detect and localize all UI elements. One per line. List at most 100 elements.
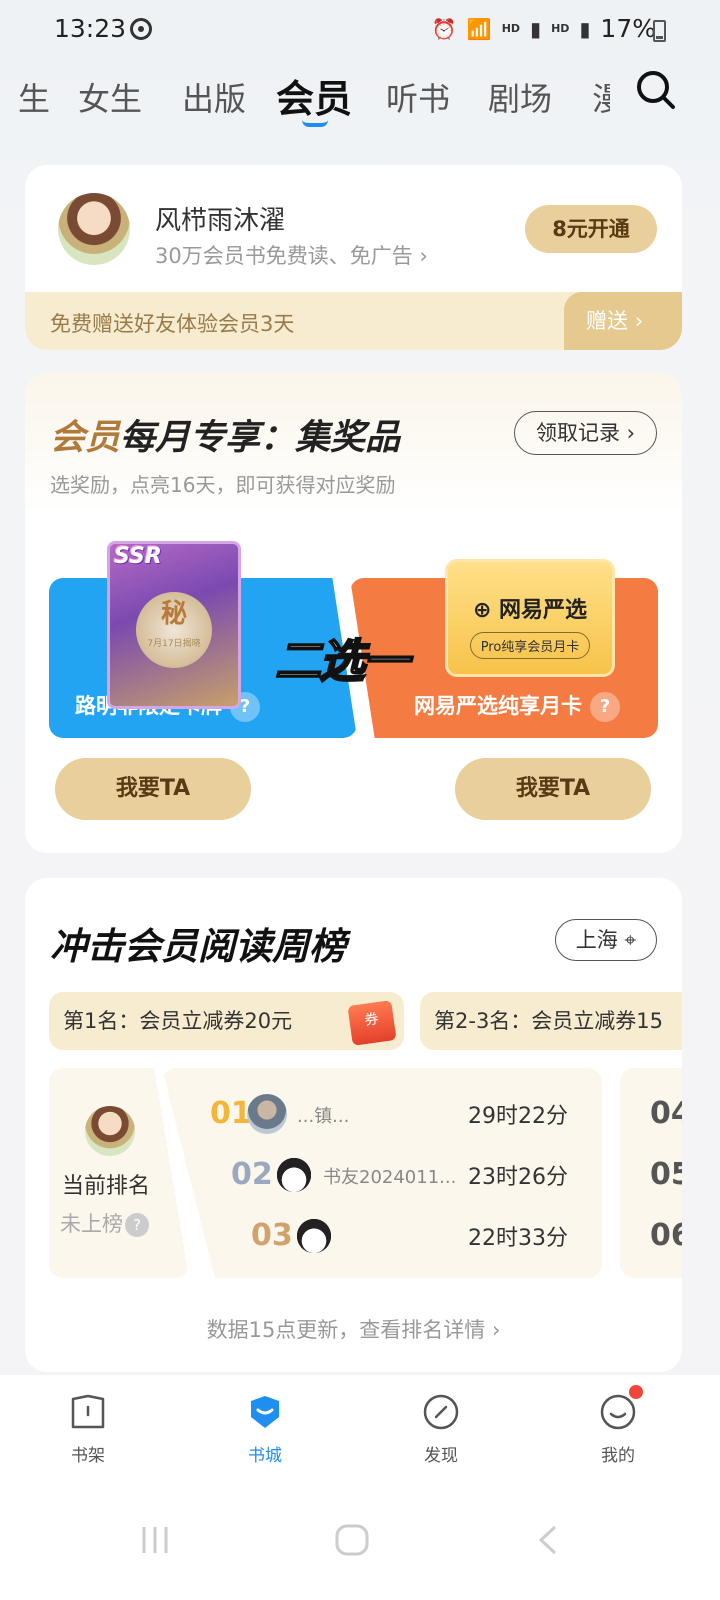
gift-button-label: 赠送: [586, 309, 628, 333]
home-icon[interactable]: [334, 1523, 370, 1557]
nav-profile[interactable]: 我的: [573, 1385, 663, 1466]
nav-discover[interactable]: 发现: [396, 1393, 486, 1466]
chevron-right-icon: ›: [492, 1318, 501, 1342]
ranking-footer-text: 数据15点更新，查看排名详情: [206, 1318, 486, 1342]
reader-avatar: [274, 1155, 314, 1195]
chevron-right-icon: ›: [626, 421, 636, 445]
tab-publish[interactable]: 出版: [182, 74, 246, 120]
sync-icon: [130, 18, 152, 40]
open-membership-button[interactable]: 8元开通: [525, 205, 657, 253]
gift-text: 免费赠送好友体验会员3天: [50, 312, 295, 336]
claim-record-label: 领取记录: [535, 421, 620, 445]
help-icon[interactable]: ?: [590, 692, 620, 722]
bookstore-icon: [251, 1396, 279, 1428]
yanxuan-card-image: ⊕ 网易严选 Pro纯享会员月卡: [445, 559, 615, 677]
member-benefit-text: 30万会员书免费读、免广告: [155, 244, 413, 268]
profile-icon: [600, 1394, 636, 1430]
gift-button[interactable]: 赠送 ›: [564, 292, 682, 350]
wifi-icon: 📶: [466, 16, 492, 41]
battery-level: 17%: [600, 14, 656, 43]
claim-record-button[interactable]: 领取记录 ›: [514, 411, 657, 455]
yanxuan-brand: ⊕ 网易严选: [472, 598, 588, 623]
choose-one-text: 二选一: [274, 633, 410, 689]
status-bar: 13:23 ⏰ 📶 HD ▮ HD ▮ 17%: [0, 0, 720, 60]
nav-bookshelf[interactable]: 书架: [43, 1393, 133, 1466]
reader-name: ...镇...: [297, 1106, 350, 1127]
back-icon[interactable]: [536, 1523, 560, 1557]
alarm-icon: ⏰: [431, 16, 457, 41]
tab-theater[interactable]: 剧场: [488, 74, 552, 120]
mystery-caption: 7月17日揭晓: [147, 639, 201, 649]
yanxuan-pill: Pro纯享会员月卡: [469, 632, 591, 659]
monthly-title-accent: 会员: [50, 418, 121, 458]
member-card: 风栉雨沐濯 30万会员书免费读、免广告 › 8元开通 免费赠送好友体验会员3天 …: [25, 165, 682, 350]
monthly-rewards-card: 会员每月专享：集奖品 选奖励，点亮16天，即可获得对应奖励 领取记录 › 路明非…: [25, 373, 682, 853]
nav-label: 书城: [248, 1446, 282, 1466]
category-tabs: 生 女生 出版 会员 听书 剧场 漫: [0, 66, 720, 136]
nav-bookstore[interactable]: 书城: [220, 1393, 310, 1466]
network-hd-1: HD: [501, 22, 521, 35]
nav-label: 书架: [71, 1446, 105, 1466]
rank-row[interactable]: 02 书友2024011... 23时26分: [25, 1149, 625, 1199]
rank-number: 06: [650, 1218, 682, 1253]
coupon-icon: 券: [347, 1000, 397, 1046]
rank-row[interactable]: 03 22时33分: [25, 1210, 625, 1260]
ranking-title: 冲击会员阅读周榜: [50, 925, 346, 968]
rank-number: 03: [251, 1218, 293, 1253]
location-pin-icon: ⌖: [624, 928, 637, 952]
reader-name: 书友2024011...: [323, 1167, 457, 1188]
tab-partial-left[interactable]: 生: [18, 74, 50, 120]
location-button[interactable]: 上海 ⌖: [555, 919, 657, 961]
tab-female[interactable]: 女生: [78, 74, 142, 120]
active-tab-indicator: [302, 120, 328, 127]
nav-label: 发现: [424, 1446, 458, 1466]
bookshelf-icon: [71, 1394, 105, 1429]
notification-dot: [629, 1385, 643, 1399]
reward-option-label: 网易严选纯享月卡?: [414, 690, 620, 722]
location-label: 上海: [575, 928, 618, 952]
network-hd-2: HD: [551, 22, 570, 35]
monthly-title: 会员每月专享：集奖品: [50, 409, 400, 460]
compass-icon: [423, 1394, 459, 1430]
recent-apps-icon[interactable]: [138, 1523, 172, 1557]
battery-icon: [653, 20, 666, 42]
rank-row[interactable]: 01 ...镇... 29时22分: [25, 1088, 625, 1138]
rank-number: 04: [650, 1096, 682, 1131]
reading-time: 23时26分: [468, 1165, 568, 1190]
chevron-right-icon: ›: [634, 309, 644, 333]
prize-second: 第2-3名：会员立减券15: [420, 992, 682, 1050]
signal-icon-2: ▮: [579, 16, 591, 41]
status-indicators: ⏰ 📶 HD ▮ HD ▮ 17%: [432, 14, 656, 43]
want-card-button[interactable]: 我要TA: [55, 758, 251, 820]
user-name: 风栉雨沐濯: [155, 206, 286, 236]
member-benefit-link[interactable]: 30万会员书免费读、免广告 ›: [155, 240, 428, 270]
user-avatar[interactable]: [58, 193, 130, 265]
search-icon[interactable]: [636, 70, 676, 110]
ranking-details-link[interactable]: 数据15点更新，查看排名详情 ›: [25, 1314, 682, 1344]
tab-audiobook[interactable]: 听书: [386, 74, 450, 120]
rank-number: 05: [650, 1157, 682, 1192]
tab-member[interactable]: 会员: [276, 68, 352, 123]
want-yanxuan-button[interactable]: 我要TA: [455, 758, 651, 820]
system-navigation-bar: [0, 1485, 720, 1600]
rank-number: 02: [231, 1157, 273, 1192]
status-time: 13:23: [54, 14, 127, 43]
tab-comic[interactable]: 漫: [592, 74, 610, 120]
reader-avatar: [294, 1216, 334, 1256]
ssr-card-image: SSR 秘 7月17日揭晓: [107, 541, 241, 709]
reading-time: 29时22分: [468, 1104, 568, 1129]
reading-time: 22时33分: [468, 1226, 568, 1251]
mystery-coin: 秘 7月17日揭晓: [136, 592, 212, 668]
gift-bar: 免费赠送好友体验会员3天 赠送 ›: [25, 292, 682, 350]
rank-number: 01: [210, 1096, 252, 1131]
reading-ranking-card: 冲击会员阅读周榜 上海 ⌖ 第1名：会员立减券20元 券 第2-3名：会员立减券…: [25, 878, 682, 1372]
monthly-subtitle: 选奖励，点亮16天，即可获得对应奖励: [50, 473, 396, 497]
ssr-tag: SSR: [114, 544, 162, 569]
reader-avatar: [247, 1094, 287, 1134]
nav-label: 我的: [601, 1446, 635, 1466]
bottom-navigation: 书架 书城 发现 我的: [0, 1375, 720, 1485]
mystery-title: 秘: [160, 599, 187, 629]
signal-icon-1: ▮: [530, 16, 542, 41]
monthly-title-rest: 每月专享：集奖品: [120, 418, 401, 458]
chevron-right-icon: ›: [419, 244, 428, 268]
